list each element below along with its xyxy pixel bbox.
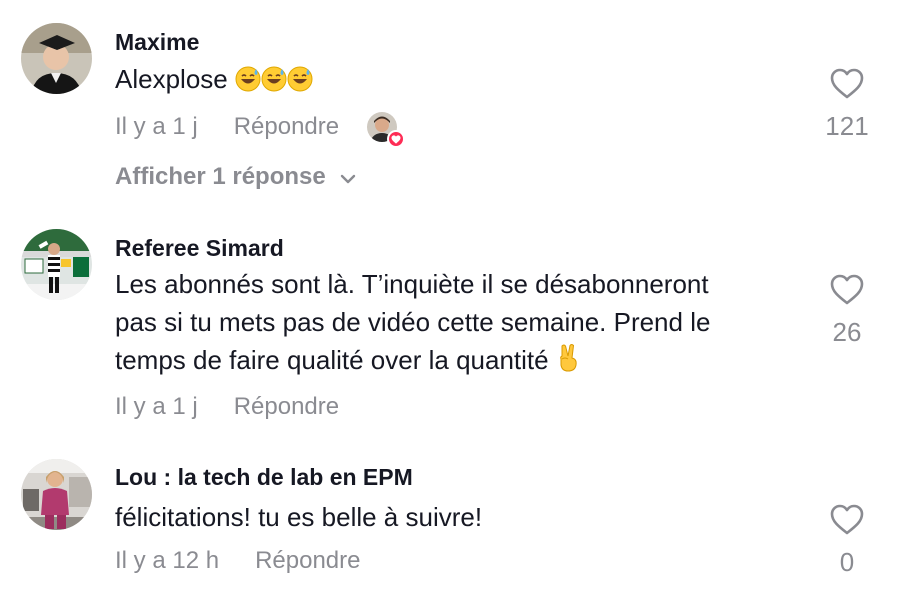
reply-button[interactable]: Répondre [255,547,360,575]
like-button[interactable]: 0 [815,504,879,578]
comment-text-content: félicitations! tu es belle à suivre! [115,502,483,532]
comment-item: Lou : la tech de lab en EPM félicitation… [0,0,898,598]
comment-meta: Il y a 12 h Répondre [115,546,360,576]
avatar-lab-tech-image [21,459,92,530]
like-count: 0 [839,547,855,577]
comment-author[interactable]: Lou : la tech de lab en EPM [115,464,413,491]
avatar[interactable] [21,459,92,530]
comments-list: Maxime Alexplose Il y a 1 j Répondre Aff… [0,0,898,598]
heart-outline-icon [830,504,864,541]
comment-timestamp: Il y a 12 h [115,547,220,574]
comment-text: félicitations! tu es belle à suivre! [115,498,815,536]
